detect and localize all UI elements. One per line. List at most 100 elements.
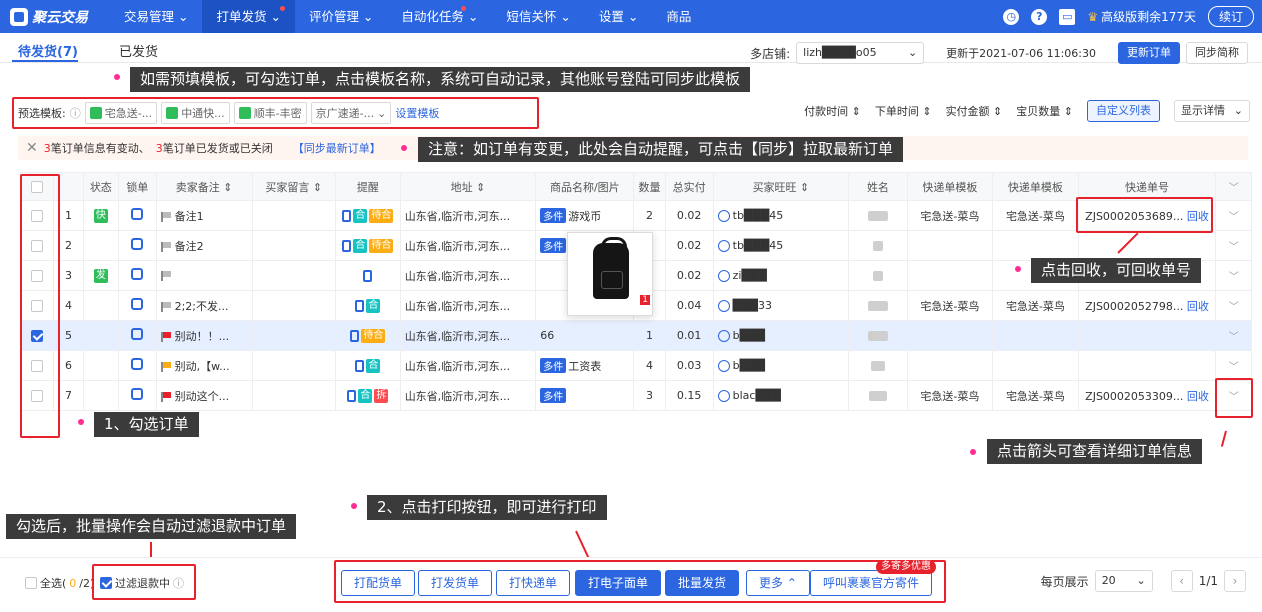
sort-pay-time[interactable]: 付款时间 ⇕ <box>804 103 861 119</box>
shop-select[interactable]: lizh████o05 ⌄ <box>796 42 925 64</box>
expand-row-icon[interactable]: ﹀ <box>1229 302 1239 313</box>
recycle-link[interactable]: 回收 <box>1187 390 1209 403</box>
wangwang-icon[interactable] <box>717 240 730 252</box>
col-buyer-msg[interactable]: 买家留言 ⇕ <box>251 172 337 201</box>
table-row-selected[interactable]: 5 别动！！... 待合 山东省,临沂市,河东... 66 1 0.01 b██… <box>19 320 1252 351</box>
template-zto[interactable]: 中通快... <box>161 102 230 124</box>
next-page-button[interactable]: › <box>1224 570 1246 592</box>
nav-print-ship[interactable]: 打单发货 ⌄ <box>202 0 295 33</box>
renew-button[interactable]: 续订 <box>1207 6 1254 27</box>
app-logo[interactable]: 聚云交易 <box>0 7 110 27</box>
phone-icon <box>350 329 360 342</box>
expand-row-icon[interactable]: ﹀ <box>1229 332 1239 343</box>
wangwang-icon[interactable] <box>717 270 730 282</box>
filter-refund[interactable]: 过滤退款中 ⓘ <box>100 575 184 591</box>
wangwang-icon[interactable] <box>717 330 730 342</box>
expand-row-icon[interactable]: ﹀ <box>1229 272 1239 283</box>
col-address[interactable]: 地址 ⇕ <box>399 172 537 201</box>
lock-icon[interactable] <box>131 388 144 400</box>
filter-refund-checkbox[interactable] <box>100 577 112 589</box>
col-lock: 锁单 <box>118 172 157 201</box>
template-sf[interactable]: 顺丰-丰密 <box>233 102 307 124</box>
print-picking-button[interactable]: 打配货单 <box>341 570 416 596</box>
sync-names-button[interactable]: 同步简称 <box>1186 42 1248 64</box>
refresh-orders-button[interactable]: 更新订单 <box>1118 42 1180 64</box>
template-zjs[interactable]: 宅急送-... <box>84 102 158 124</box>
image-count-badge: 1 <box>640 295 650 305</box>
table-row[interactable]: 6 别动,【w... 合 山东省,临沂市,河东... 多件 工资表 4 0.03 … <box>19 350 1252 381</box>
lock-icon[interactable] <box>131 208 144 220</box>
wangwang-icon[interactable] <box>717 210 730 222</box>
expand-row-icon[interactable]: ﹀ <box>1229 212 1239 223</box>
phone-icon <box>347 389 357 402</box>
top-navbar: 聚云交易 交易管理 ⌄ 打单发货 ⌄ 评价管理 ⌄ 自动化任务 ⌄ 短信关怀 ⌄… <box>0 0 1262 33</box>
flag-icon[interactable] <box>160 301 171 312</box>
tpl-icon <box>89 107 102 119</box>
nav-goods[interactable]: 商品 <box>652 0 705 33</box>
prev-page-button[interactable]: ‹ <box>1170 570 1193 592</box>
close-icon[interactable]: ✕ <box>26 140 38 156</box>
lock-icon[interactable] <box>131 268 144 280</box>
flag-icon[interactable] <box>160 271 171 281</box>
expand-row-icon[interactable]: ﹀ <box>1229 362 1239 373</box>
lock-icon[interactable] <box>131 238 144 250</box>
col-seller-note[interactable]: 卖家备注 ⇕ <box>155 172 253 201</box>
blurred-name <box>867 301 888 311</box>
flag-red-icon[interactable] <box>160 331 171 342</box>
lock-icon[interactable] <box>131 298 144 310</box>
help-icon[interactable]: ? <box>1031 8 1048 25</box>
select-all-checkbox[interactable] <box>25 577 37 589</box>
wangwang-icon[interactable] <box>717 300 730 312</box>
tab-shipped[interactable]: 已发货 <box>119 41 158 60</box>
col-tpl1: 快递单模板 <box>906 172 994 201</box>
nav-review[interactable]: 评价管理 ⌄ <box>295 0 387 33</box>
nav-sms[interactable]: 短信关怀 ⌄ <box>492 0 584 33</box>
col-buyer-ww[interactable]: 买家旺旺 ⇕ <box>712 172 850 201</box>
flag-red-icon[interactable] <box>160 391 171 402</box>
expand-all-icon[interactable]: ﹀ <box>1215 172 1252 201</box>
expand-row-icon[interactable]: ﹀ <box>1229 242 1239 253</box>
sync-latest-link[interactable]: 【同步最新订单】 <box>293 140 381 156</box>
lock-icon[interactable] <box>131 358 144 370</box>
plan-status: ♛ 高级版剩余177天 <box>1087 9 1196 25</box>
set-template-link[interactable]: 设置模板 <box>395 105 439 121</box>
print-express-button[interactable]: 打快递单 <box>496 570 571 596</box>
select-all[interactable]: 全选(0/2) <box>25 575 94 591</box>
wangwang-icon[interactable] <box>717 360 730 372</box>
new-dot <box>461 6 467 11</box>
table-row[interactable]: 1 快 备注1 合待合 山东省,临沂市,河东... 多件 游戏币 2 0.02 t… <box>19 200 1252 231</box>
tpl-icon <box>166 107 179 119</box>
blurred-name <box>868 391 887 401</box>
clock-icon[interactable]: ◷ <box>1003 8 1020 25</box>
lock-icon[interactable] <box>131 328 144 340</box>
flag-icon[interactable] <box>160 211 171 222</box>
print-delivery-button[interactable]: 打发货单 <box>418 570 493 596</box>
nav-automation[interactable]: 自动化任务 ⌄ <box>387 0 492 33</box>
template-select[interactable]: 京广速递-... ⌄ <box>310 102 392 124</box>
batch-ship-button[interactable]: 批量发货 <box>665 570 740 596</box>
nav-settings[interactable]: 设置 ⌄ <box>585 0 652 33</box>
sort-quantity[interactable]: 宝贝数量 ⇕ <box>1016 103 1073 119</box>
nav-trade[interactable]: 交易管理 ⌄ <box>110 0 202 33</box>
blurred-name <box>872 271 883 281</box>
id-card-icon[interactable]: ▭ <box>1059 8 1076 25</box>
print-e-waybill-button[interactable]: 打电子面单 <box>575 570 662 596</box>
sort-amount[interactable]: 实付金额 ⇕ <box>946 103 1003 119</box>
flag-yellow-icon[interactable] <box>160 361 171 372</box>
page-size-select[interactable]: 20 ⌄ <box>1094 570 1153 592</box>
tip-dot <box>114 74 120 80</box>
recycle-link[interactable]: 回收 <box>1187 300 1209 313</box>
custom-columns-button[interactable]: 自定义列表 <box>1087 100 1160 122</box>
table-row[interactable]: 7 别动这个... 合拆 山东省,临沂市,河东... 多件 3 0.15 bla… <box>19 380 1252 411</box>
template-row: 预选模板: ⓘ 宅急送-... 中通快... 顺丰-丰密 京广速递-... ⌄ 设置… <box>18 100 532 126</box>
more-button[interactable]: 更多 ⌃ <box>746 570 810 596</box>
display-select[interactable]: 显示详情 ⌄ <box>1174 100 1250 122</box>
new-dot <box>279 6 285 11</box>
main-nav: 交易管理 ⌄ 打单发货 ⌄ 评价管理 ⌄ 自动化任务 ⌄ 短信关怀 ⌄ 设置 ⌄… <box>110 0 705 33</box>
tab-pending[interactable]: 待发货(7) <box>18 41 78 60</box>
info-icon: ⓘ <box>69 107 81 120</box>
flag-icon[interactable] <box>160 241 171 252</box>
col-goods: 商品名称/图片 <box>535 172 635 201</box>
sort-order-time[interactable]: 下单时间 ⇕ <box>875 103 932 119</box>
wangwang-icon[interactable] <box>717 390 730 402</box>
